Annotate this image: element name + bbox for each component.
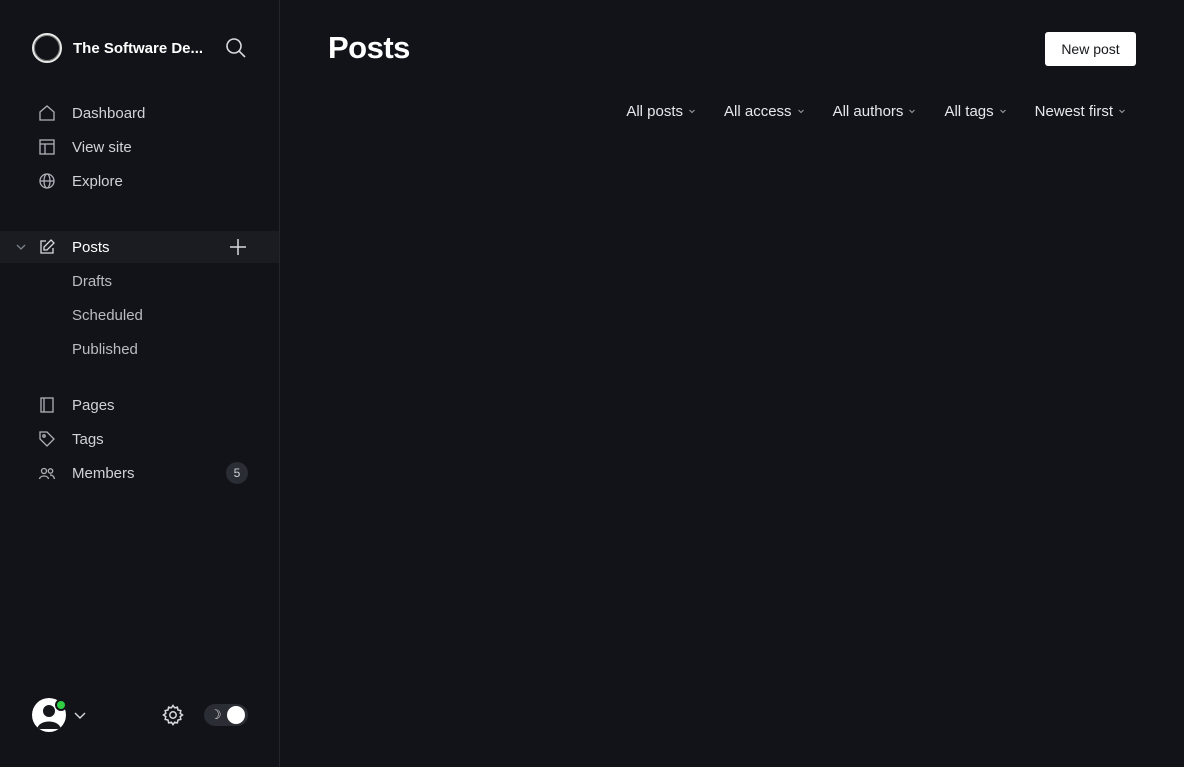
nav-item-dashboard[interactable]: Dashboard: [0, 97, 279, 129]
nav-item-view-site[interactable]: View site: [0, 131, 279, 163]
filter-post-type[interactable]: All posts: [626, 103, 696, 120]
site-name[interactable]: The Software De...: [73, 40, 209, 57]
filter-tags[interactable]: All tags: [944, 103, 1006, 120]
nav-label: Members: [72, 464, 135, 482]
nav-label: Published: [72, 340, 138, 358]
nav-subitem-published[interactable]: Published: [0, 333, 279, 365]
layout-icon: [39, 139, 55, 155]
chevron-down-icon: [999, 109, 1006, 114]
nav-label: Explore: [72, 172, 123, 190]
home-icon: [39, 105, 55, 121]
globe-icon: [39, 173, 55, 189]
chevron-down-icon: [797, 109, 804, 114]
site-header: The Software De...: [32, 32, 248, 64]
nav-item-members[interactable]: Members 5: [0, 457, 279, 489]
edit-icon: [40, 239, 55, 254]
filter-access[interactable]: All access: [724, 103, 805, 120]
nav-label: View site: [72, 138, 132, 156]
filter-sort[interactable]: Newest first: [1035, 103, 1126, 120]
nav-subitem-scheduled[interactable]: Scheduled: [0, 299, 279, 331]
moon-icon: ☽: [210, 707, 222, 722]
nav-item-posts[interactable]: Posts: [0, 231, 279, 263]
filter-label: All tags: [944, 102, 994, 120]
theme-toggle[interactable]: ☽: [204, 704, 248, 726]
nav-label: Drafts: [72, 272, 113, 290]
nav-label: Posts: [72, 238, 110, 256]
tag-icon: [39, 431, 55, 447]
sidebar: The Software De... Dashboard View site E…: [0, 0, 280, 767]
gear-icon[interactable]: [161, 703, 185, 727]
search-icon[interactable]: [224, 36, 248, 60]
toggle-knob: [227, 706, 245, 724]
members-icon: [38, 467, 56, 480]
page-title: Posts: [328, 30, 410, 65]
nav-item-explore[interactable]: Explore: [0, 165, 279, 197]
chevron-down-icon: [909, 109, 916, 114]
plus-icon[interactable]: [228, 237, 248, 257]
page-icon: [40, 397, 54, 413]
nav-label: Pages: [72, 396, 115, 414]
filter-label: All access: [724, 102, 792, 120]
chevron-down-icon[interactable]: [73, 708, 87, 722]
online-status-dot: [55, 699, 67, 711]
filter-label: All authors: [832, 102, 904, 120]
filter-label: Newest first: [1034, 102, 1113, 120]
members-count-badge: 5: [226, 462, 248, 484]
chevron-down-icon: [689, 109, 695, 114]
nav-label: Scheduled: [72, 306, 143, 324]
chevron-down-icon: [1119, 109, 1125, 114]
nav-item-tags[interactable]: Tags: [0, 423, 279, 455]
filter-authors[interactable]: All authors: [833, 103, 917, 120]
nav-label: Tags: [72, 430, 104, 448]
filter-bar: All posts All access All authors All tag…: [626, 102, 1126, 120]
nav-item-pages[interactable]: Pages: [0, 389, 279, 421]
new-post-button[interactable]: New post: [1045, 32, 1136, 66]
site-logo[interactable]: [32, 33, 62, 63]
chevron-down-icon[interactable]: [14, 240, 28, 254]
nav-label: Dashboard: [72, 104, 146, 122]
filter-label: All posts: [626, 102, 684, 120]
nav-subitem-drafts[interactable]: Drafts: [0, 265, 279, 297]
